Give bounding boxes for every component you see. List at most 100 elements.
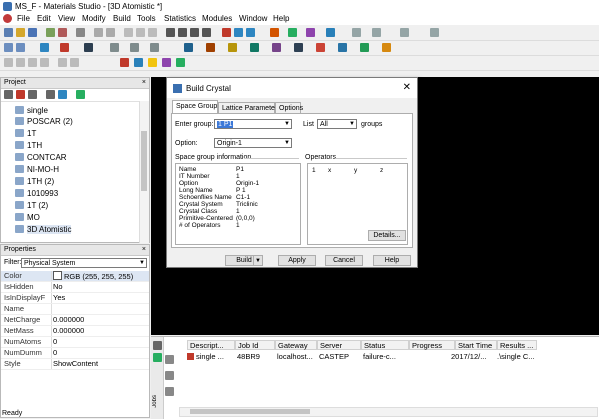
measure-icon[interactable] <box>306 28 315 37</box>
module-icon[interactable] <box>184 43 193 52</box>
surface-icon[interactable] <box>40 43 49 52</box>
col-description[interactable]: Descript... <box>187 340 235 350</box>
forcite-icon[interactable] <box>360 43 369 52</box>
bond-icon[interactable] <box>84 43 93 52</box>
document-icon[interactable] <box>3 14 12 23</box>
tree-item[interactable]: 1TH (2) <box>15 177 54 187</box>
tree-item[interactable]: NI-MO-H <box>15 165 59 175</box>
sync-icon[interactable] <box>76 90 85 99</box>
rotate-icon[interactable] <box>178 28 187 37</box>
tree-item[interactable]: 1010993 <box>15 189 58 199</box>
apply-button[interactable]: Apply <box>278 255 316 266</box>
menu-modify[interactable]: Modify <box>82 14 106 23</box>
property-row[interactable]: Style ShowContent <box>1 359 149 370</box>
property-row[interactable]: Color RGB (255, 255, 255) <box>1 271 149 282</box>
ball-stick-icon[interactable] <box>120 58 129 67</box>
menu-help[interactable]: Help <box>273 14 289 23</box>
new-folder-icon[interactable] <box>4 90 13 99</box>
tab-lattice-parameters[interactable]: Lattice Parameters <box>218 102 281 113</box>
property-row[interactable]: IsInDisplayF Yes <box>1 293 149 304</box>
enter-group-select[interactable]: 1 P1 ▼ <box>214 119 292 129</box>
cell-icon[interactable] <box>130 43 139 52</box>
tree-item[interactable]: 1TH <box>15 141 42 151</box>
col-progress[interactable]: Progress <box>409 340 455 350</box>
tree-item[interactable]: CONTCAR <box>15 153 67 163</box>
export-icon[interactable] <box>58 28 67 37</box>
cancel-button[interactable]: Cancel <box>325 255 363 266</box>
col-status[interactable]: Status <box>361 340 409 350</box>
build-icon[interactable] <box>4 43 13 52</box>
filter-select[interactable]: Physical System ▼ <box>21 258 147 268</box>
menu-edit[interactable]: Edit <box>37 14 51 23</box>
redo-icon[interactable] <box>106 28 115 37</box>
property-row[interactable]: NumAtoms 0 <box>1 337 149 348</box>
details-button[interactable]: Details... <box>368 230 406 241</box>
new-icon[interactable] <box>4 28 13 37</box>
tree-item[interactable]: MO <box>15 213 40 223</box>
axes-icon[interactable] <box>40 58 49 67</box>
window-icon[interactable] <box>400 28 409 37</box>
sort-icon[interactable] <box>58 90 67 99</box>
crystal-icon[interactable] <box>16 43 25 52</box>
job-view-icon[interactable] <box>165 371 174 380</box>
color-icon[interactable] <box>222 28 231 37</box>
dmol-icon[interactable] <box>382 43 391 52</box>
tree-item[interactable]: 1T <box>15 129 36 139</box>
style-icon[interactable] <box>234 28 243 37</box>
job-results[interactable]: .\single C... <box>497 352 535 361</box>
print-icon[interactable] <box>76 28 85 37</box>
sketch-icon[interactable] <box>288 28 297 37</box>
color-swatch[interactable] <box>53 271 62 280</box>
quantum-icon[interactable] <box>316 43 325 52</box>
close-icon[interactable]: × <box>142 78 146 88</box>
col-results[interactable]: Results ... <box>497 340 537 350</box>
close-icon[interactable]: × <box>142 245 146 255</box>
col-gateway[interactable]: Gateway <box>275 340 317 350</box>
chevron-down-icon[interactable]: ▼ <box>253 256 261 266</box>
menu-build[interactable]: Build <box>113 14 131 23</box>
property-row[interactable]: NumDumm 0 <box>1 348 149 359</box>
symmetry-icon[interactable] <box>110 43 119 52</box>
close-icon[interactable] <box>153 341 162 350</box>
castep-icon[interactable] <box>338 43 347 52</box>
calc-icon[interactable] <box>206 43 215 52</box>
list-select[interactable]: All ▼ <box>317 119 357 129</box>
refresh-icon[interactable] <box>28 90 37 99</box>
copy-icon[interactable] <box>136 28 145 37</box>
cut-icon[interactable] <box>124 28 133 37</box>
menu-window[interactable]: Window <box>239 14 267 23</box>
property-row[interactable]: NetMass 0.000000 <box>1 326 149 337</box>
atom-icon[interactable] <box>60 43 69 52</box>
refresh-icon[interactable] <box>153 353 162 362</box>
job-stop-icon[interactable] <box>165 387 174 396</box>
col-start-time[interactable]: Start Time <box>455 340 497 350</box>
dynamics-icon[interactable] <box>250 43 259 52</box>
display-style-icon[interactable] <box>70 58 79 67</box>
import-icon[interactable] <box>46 28 55 37</box>
tab-options[interactable]: Options <box>275 102 303 113</box>
col-job-id[interactable]: Job Id <box>235 340 275 350</box>
menu-modules[interactable]: Modules <box>202 14 232 23</box>
delete-icon[interactable] <box>16 90 25 99</box>
job-action-icon[interactable] <box>165 355 174 364</box>
undo-icon[interactable] <box>94 28 103 37</box>
zoom-icon[interactable] <box>190 28 199 37</box>
build-button[interactable]: Build ▼ <box>225 255 263 266</box>
menu-file[interactable]: File <box>17 14 30 23</box>
open-icon[interactable] <box>16 28 25 37</box>
paste-icon[interactable] <box>148 28 157 37</box>
layout-icon[interactable] <box>372 28 381 37</box>
fit-icon[interactable] <box>16 58 25 67</box>
grid-icon[interactable] <box>352 28 361 37</box>
center-icon[interactable] <box>246 28 255 37</box>
settings-icon[interactable] <box>430 28 439 37</box>
scroll-thumb[interactable] <box>141 131 147 191</box>
property-row[interactable]: Name <box>1 304 149 315</box>
label-icon[interactable] <box>270 28 279 37</box>
tree-item[interactable]: single <box>15 106 48 116</box>
menu-tools[interactable]: Tools <box>137 14 156 23</box>
option-select[interactable]: Origin-1 ▼ <box>214 138 292 148</box>
gear-icon[interactable] <box>294 43 303 52</box>
menu-statistics[interactable]: Statistics <box>164 14 196 23</box>
stick-icon[interactable] <box>176 58 185 67</box>
